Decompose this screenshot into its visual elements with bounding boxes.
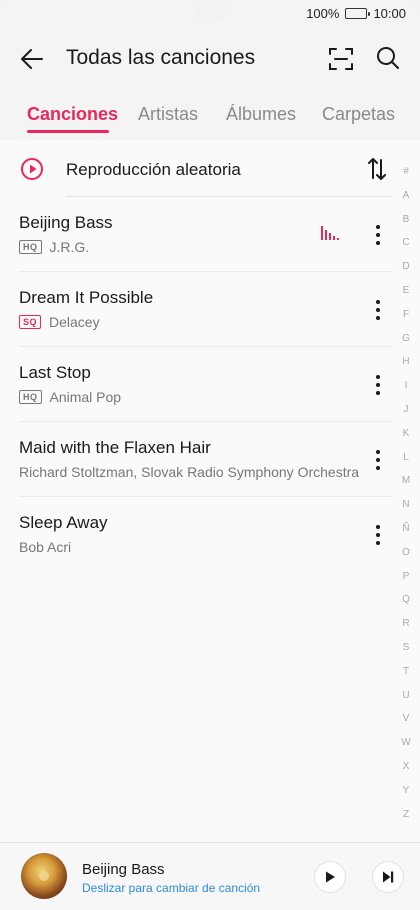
camera-notch — [194, 0, 226, 24]
shuffle-play-row[interactable]: Reproducción aleatoria — [0, 140, 420, 197]
alphabet-index-letter[interactable]: I — [398, 374, 414, 398]
alphabet-index-letter[interactable]: G — [398, 327, 414, 351]
page-title: Todas las canciones — [66, 46, 256, 69]
song-list-area: Reproducción aleatoria Beijing Bass HQ J… — [0, 140, 420, 842]
alphabet-index-letter[interactable]: X — [398, 755, 414, 779]
song-meta: SQ Delacey — [19, 314, 100, 330]
alphabet-index-letter[interactable]: D — [398, 255, 414, 279]
quality-badge: HQ — [19, 240, 42, 254]
song-artist: Richard Stoltzman, Slovak Radio Symphony… — [19, 464, 360, 480]
song-title: Maid with the Flaxen Hair — [19, 438, 211, 457]
battery-full-icon — [345, 8, 371, 19]
alphabet-index-letter[interactable]: K — [398, 422, 414, 446]
skip-next-icon — [383, 871, 394, 883]
search-icon[interactable] — [374, 44, 402, 72]
song-row[interactable]: Maid with the Flaxen Hair Richard Stoltz… — [0, 422, 392, 497]
music-app-screen: 100% 10:00 Todas las canciones Canciones… — [0, 0, 420, 910]
song-artist: J.R.G. — [49, 239, 90, 255]
alphabet-index-letter[interactable]: Ñ — [398, 517, 414, 541]
alphabet-index-letter[interactable]: U — [398, 684, 414, 708]
alphabet-index-letter[interactable]: L — [398, 446, 414, 470]
song-meta: Bob Acri — [19, 539, 71, 555]
more-vertical-icon[interactable] — [370, 298, 386, 322]
song-title: Beijing Bass — [19, 213, 113, 232]
alphabet-index-letter[interactable]: O — [398, 541, 414, 565]
tab-albumes[interactable]: Álbumes — [226, 104, 296, 125]
status-right: 100% 10:00 — [306, 6, 406, 21]
app-header: Todas las canciones — [0, 30, 420, 86]
alphabet-index-letter[interactable]: F — [398, 303, 414, 327]
alphabet-index-letter[interactable]: Y — [398, 779, 414, 803]
alphabet-index-letter[interactable]: P — [398, 565, 414, 589]
alphabet-index-letter[interactable]: T — [398, 660, 414, 684]
alphabet-index-letter[interactable]: J — [398, 398, 414, 422]
alphabet-index-letter[interactable]: E — [398, 279, 414, 303]
song-title: Sleep Away — [19, 513, 108, 532]
battery-percent: 100% — [306, 6, 340, 21]
song-row[interactable]: Dream It Possible SQ Delacey — [0, 272, 392, 347]
alphabet-index-letter[interactable]: V — [398, 707, 414, 731]
arrow-left-icon[interactable] — [18, 45, 46, 73]
song-title: Dream It Possible — [19, 288, 154, 307]
active-tab-indicator — [27, 130, 109, 133]
next-track-button[interactable] — [372, 861, 404, 893]
album-art[interactable] — [21, 853, 67, 899]
song-row[interactable]: Beijing Bass HQ J.R.G. — [0, 197, 392, 272]
play-icon — [326, 871, 335, 883]
sort-icon[interactable] — [366, 156, 388, 182]
more-vertical-icon[interactable] — [370, 448, 386, 472]
more-vertical-icon[interactable] — [370, 523, 386, 547]
alphabet-index-letter[interactable]: H — [398, 350, 414, 374]
more-vertical-icon[interactable] — [370, 223, 386, 247]
alphabet-index-letter[interactable]: W — [398, 731, 414, 755]
alphabet-index-letter[interactable]: # — [398, 160, 414, 184]
alphabet-index-letter[interactable]: R — [398, 612, 414, 636]
mini-player[interactable]: Beijing Bass Deslizar para cambiar de ca… — [0, 842, 420, 910]
tab-carpetas[interactable]: Carpetas — [322, 104, 395, 125]
more-vertical-icon[interactable] — [370, 373, 386, 397]
swipe-hint: Deslizar para cambiar de canción — [82, 881, 261, 895]
now-playing-equalizer-icon — [321, 226, 339, 240]
play-button[interactable] — [314, 861, 346, 893]
song-artist: Delacey — [49, 314, 100, 330]
quality-badge: SQ — [19, 315, 42, 329]
tab-bar: Canciones Artistas Álbumes Carpetas — [0, 100, 420, 140]
song-meta: HQ Animal Pop — [19, 389, 121, 405]
status-bar: 100% 10:00 — [0, 0, 420, 30]
song-row[interactable]: Sleep Away Bob Acri — [0, 497, 392, 572]
alphabet-index-letter[interactable]: Z — [398, 803, 414, 827]
shuffle-label: Reproducción aleatoria — [66, 160, 241, 179]
tab-artistas[interactable]: Artistas — [138, 104, 198, 125]
now-playing-title: Beijing Bass — [82, 861, 165, 878]
alphabet-index-letter[interactable]: M — [398, 469, 414, 493]
song-title: Last Stop — [19, 363, 91, 382]
status-time: 10:00 — [373, 6, 406, 21]
song-artist: Animal Pop — [49, 389, 122, 405]
alphabet-index-letter[interactable]: Q — [398, 588, 414, 612]
tab-canciones[interactable]: Canciones — [27, 104, 118, 125]
alphabet-index-letter[interactable]: C — [398, 231, 414, 255]
alphabet-index-letter[interactable]: A — [398, 184, 414, 208]
song-meta: Richard Stoltzman, Slovak Radio Symphony… — [19, 464, 359, 480]
alphabet-index-letter[interactable]: N — [398, 493, 414, 517]
song-row[interactable]: Last Stop HQ Animal Pop — [0, 347, 392, 422]
quality-badge: HQ — [19, 390, 42, 404]
song-artist: Bob Acri — [19, 539, 72, 555]
alphabet-index-letter[interactable]: B — [398, 208, 414, 232]
scan-icon[interactable] — [328, 46, 354, 72]
song-meta: HQ J.R.G. — [19, 239, 89, 255]
alphabet-index-letter[interactable]: S — [398, 636, 414, 660]
alphabet-index[interactable]: # A B C D E F G H I J K L M N Ñ O P Q R S T U V W X Y Z — [398, 160, 414, 826]
play-circle-icon — [21, 158, 43, 180]
